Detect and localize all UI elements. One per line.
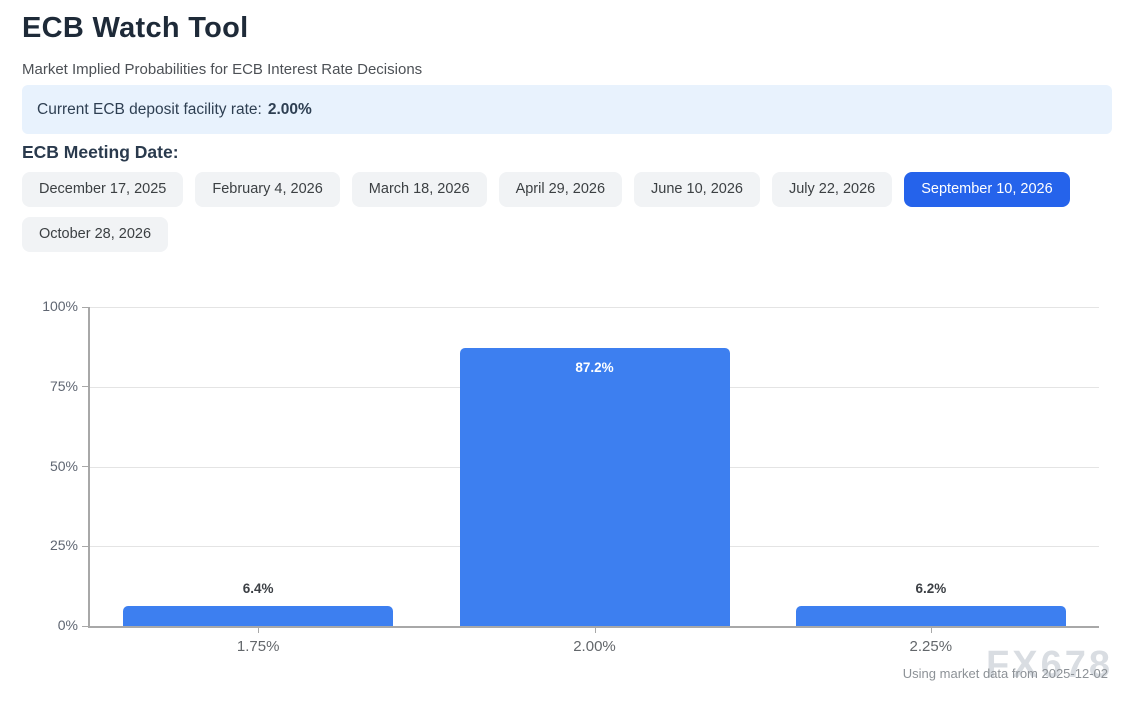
y-axis-label: 75% [14,378,78,394]
x-axis-tick [931,626,932,633]
current-rate-label: Current ECB deposit facility rate: [37,101,262,119]
y-axis-tick [82,626,88,627]
current-rate-banner: Current ECB deposit facility rate: 2.00% [22,85,1112,134]
gridline [90,307,1099,308]
meeting-date-button[interactable]: September 10, 2026 [904,172,1069,207]
meeting-date-button[interactable]: March 18, 2026 [352,172,487,207]
y-axis-label: 0% [14,617,78,633]
y-axis-label: 100% [14,298,78,314]
meeting-date-button[interactable]: July 22, 2026 [772,172,892,207]
y-axis-tick [82,466,88,467]
meeting-date-button[interactable]: October 28, 2026 [22,217,168,252]
x-axis-label: 2.00% [525,638,665,655]
x-axis-label: 1.75% [188,638,328,655]
x-axis-tick [258,626,259,633]
meeting-date-heading: ECB Meeting Date: [22,142,179,163]
meeting-date-button[interactable]: February 4, 2026 [195,172,339,207]
x-axis-label: 2.25% [861,638,1001,655]
y-axis-tick [82,546,88,547]
bar-value-label: 6.4% [188,581,328,596]
y-axis-tick [82,386,88,387]
page-subtitle: Market Implied Probabilities for ECB Int… [22,61,422,78]
y-axis-label: 25% [14,537,78,553]
x-axis-tick [595,626,596,633]
data-date-note: Using market data from 2025-12-02 [903,666,1108,681]
meeting-date-button[interactable]: April 29, 2026 [499,172,622,207]
current-rate-value: 2.00% [268,101,312,119]
y-axis-tick [82,307,88,308]
y-axis-label: 50% [14,458,78,474]
meeting-date-button[interactable]: June 10, 2026 [634,172,760,207]
probability-bar[interactable] [460,348,730,626]
bar-value-label: 6.2% [861,581,1001,596]
probability-bar[interactable] [796,606,1066,626]
meeting-date-button[interactable]: December 17, 2025 [22,172,183,207]
plot-area[interactable]: 100%75%50%25%0%6.4%1.75%87.2%2.00%6.2%2.… [88,307,1099,628]
probability-bar[interactable] [123,606,393,626]
meeting-date-buttons: December 17, 2025 February 4, 2026 March 1… [22,172,1107,252]
bar-value-label: 87.2% [525,360,665,375]
page-title: ECB Watch Tool [22,12,249,45]
ecb-watch-tool-page: ECB Watch Tool Market Implied Probabilit… [0,0,1123,706]
